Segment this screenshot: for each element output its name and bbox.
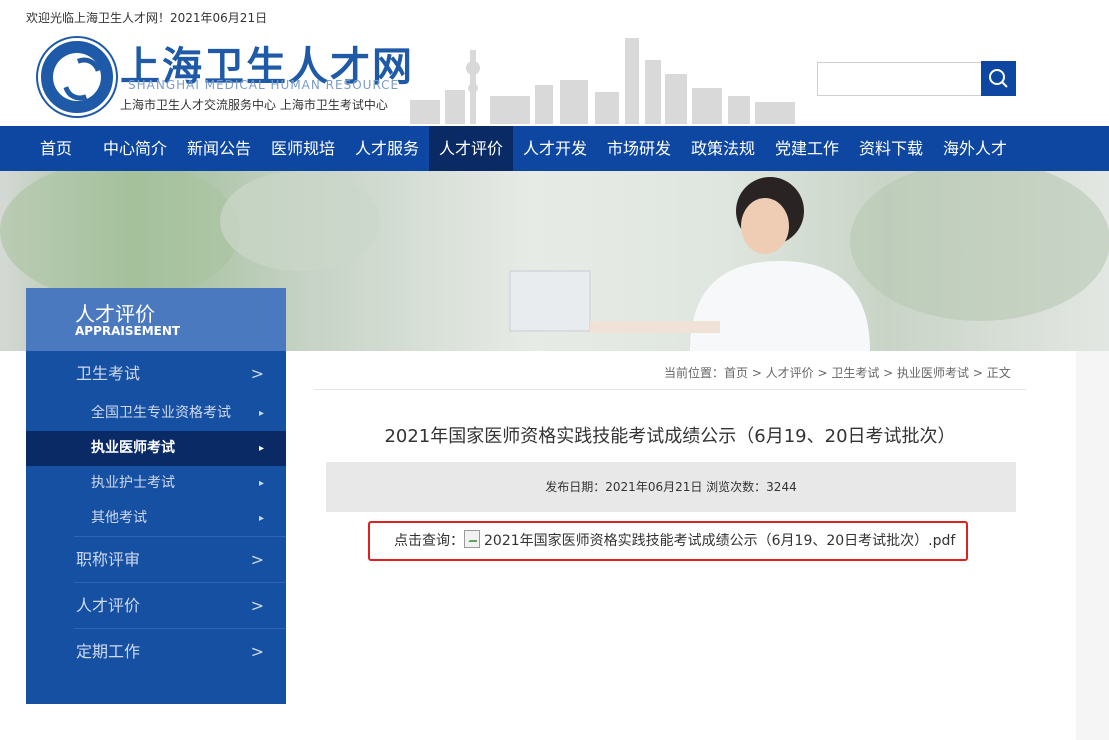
- nav-item-services[interactable]: 人才服务: [345, 126, 429, 171]
- sidebar-item-periodic-work[interactable]: 定期工作 >: [26, 629, 286, 675]
- breadcrumb-divider: [314, 389, 1026, 390]
- article-title: 2021年国家医师资格实践技能考试成绩公示（6月19、20日考试批次）: [384, 426, 956, 447]
- chevron-right-icon: >: [250, 550, 264, 569]
- breadcrumb[interactable]: 当前位置：首页 > 人才评价 > 卫生考试 > 执业医师考试 > 正文: [664, 364, 1011, 381]
- sidebar-item-label: 人才评价: [76, 596, 141, 615]
- pdf-file-link[interactable]: 2021年国家医师资格实践技能考试成绩公示（6月19、20日考试批次）.pdf: [484, 533, 955, 549]
- site-logo-icon[interactable]: [38, 38, 116, 116]
- search-icon: [989, 69, 1008, 88]
- sidebar-title: 人才评价: [75, 302, 155, 326]
- nav-item-overseas[interactable]: 海外人才: [933, 126, 1017, 171]
- city-skyline-decoration: [410, 38, 795, 124]
- article-meta-bar: 发布日期：2021年06月21日 浏览次数：3244: [326, 462, 1016, 512]
- sidebar-subitem-national-qualification[interactable]: 全国卫生专业资格考试 ▸: [26, 396, 286, 431]
- sidebar-header: 人才评价 APPRAISEMENT: [26, 288, 286, 351]
- triangle-right-icon: ▸: [258, 478, 264, 489]
- article-meta: 发布日期：2021年06月21日 浏览次数：3244: [545, 480, 797, 494]
- nav-item-news[interactable]: 新闻公告: [177, 126, 261, 171]
- sidebar-subitem-label: 执业医师考试: [91, 440, 175, 456]
- site-english-title: SHANGHAI MEDICAL HUMAN RESOURCE: [128, 78, 400, 92]
- chevron-right-icon: >: [250, 642, 264, 661]
- main-nav: 首页 中心简介 新闻公告 医师规培 人才服务 人才评价 人才开发 市场研发 政策…: [0, 126, 1109, 171]
- nav-item-home[interactable]: 首页: [26, 126, 86, 171]
- query-highlight-box: 点击查询： 2021年国家医师资格实践技能考试成绩公示（6月19、20日考试批次）…: [368, 521, 968, 561]
- search-input[interactable]: [817, 62, 983, 96]
- sidebar-subitem-other-exams[interactable]: 其他考试 ▸: [26, 501, 286, 536]
- sidebar-subitem-label: 其他考试: [91, 510, 147, 526]
- nav-item-development[interactable]: 人才开发: [513, 126, 597, 171]
- triangle-right-icon: ▸: [258, 408, 264, 419]
- sidebar: 人才评价 APPRAISEMENT 卫生考试 > 全国卫生专业资格考试 ▸ 执业…: [26, 288, 286, 704]
- sidebar-item-talent-appraisal[interactable]: 人才评价 >: [26, 583, 286, 629]
- nav-item-research[interactable]: 市场研发: [597, 126, 681, 171]
- sidebar-item-label: 职称评审: [76, 550, 141, 569]
- sidebar-item-health-exams[interactable]: 卫生考试 >: [26, 351, 286, 397]
- broken-image-icon: [464, 530, 480, 548]
- nav-item-party[interactable]: 党建工作: [765, 126, 849, 171]
- site-subtitle: 上海市卫生人才交流服务中心 上海市卫生考试中心: [120, 98, 388, 112]
- nav-item-residency[interactable]: 医师规培: [261, 126, 345, 171]
- sidebar-item-title-review[interactable]: 职称评审 >: [26, 537, 286, 583]
- nav-item-appraisal[interactable]: 人才评价: [429, 126, 513, 171]
- sidebar-item-label: 卫生考试: [76, 364, 141, 383]
- triangle-right-icon: ▸: [258, 443, 264, 454]
- sidebar-subitem-nurse-exam[interactable]: 执业护士考试 ▸: [26, 466, 286, 501]
- nav-item-downloads[interactable]: 资料下载: [849, 126, 933, 171]
- triangle-right-icon: ▸: [258, 513, 264, 524]
- sidebar-subitem-label: 执业护士考试: [91, 475, 175, 491]
- sidebar-title-en: APPRAISEMENT: [75, 324, 181, 338]
- sidebar-item-label: 定期工作: [76, 642, 141, 661]
- nav-item-about[interactable]: 中心简介: [93, 126, 177, 171]
- nav-item-policy[interactable]: 政策法规: [681, 126, 765, 171]
- welcome-text: 欢迎光临上海卫生人才网！2021年06月21日: [26, 11, 268, 25]
- chevron-right-icon: >: [250, 596, 264, 615]
- sidebar-subitem-label: 全国卫生专业资格考试: [91, 405, 231, 421]
- sidebar-subitem-physician-exam[interactable]: 执业医师考试 ▸: [26, 431, 286, 466]
- search-button[interactable]: [981, 61, 1016, 96]
- chevron-right-icon: >: [250, 364, 264, 383]
- query-label: 点击查询：: [394, 533, 464, 549]
- right-gutter: [1076, 351, 1109, 740]
